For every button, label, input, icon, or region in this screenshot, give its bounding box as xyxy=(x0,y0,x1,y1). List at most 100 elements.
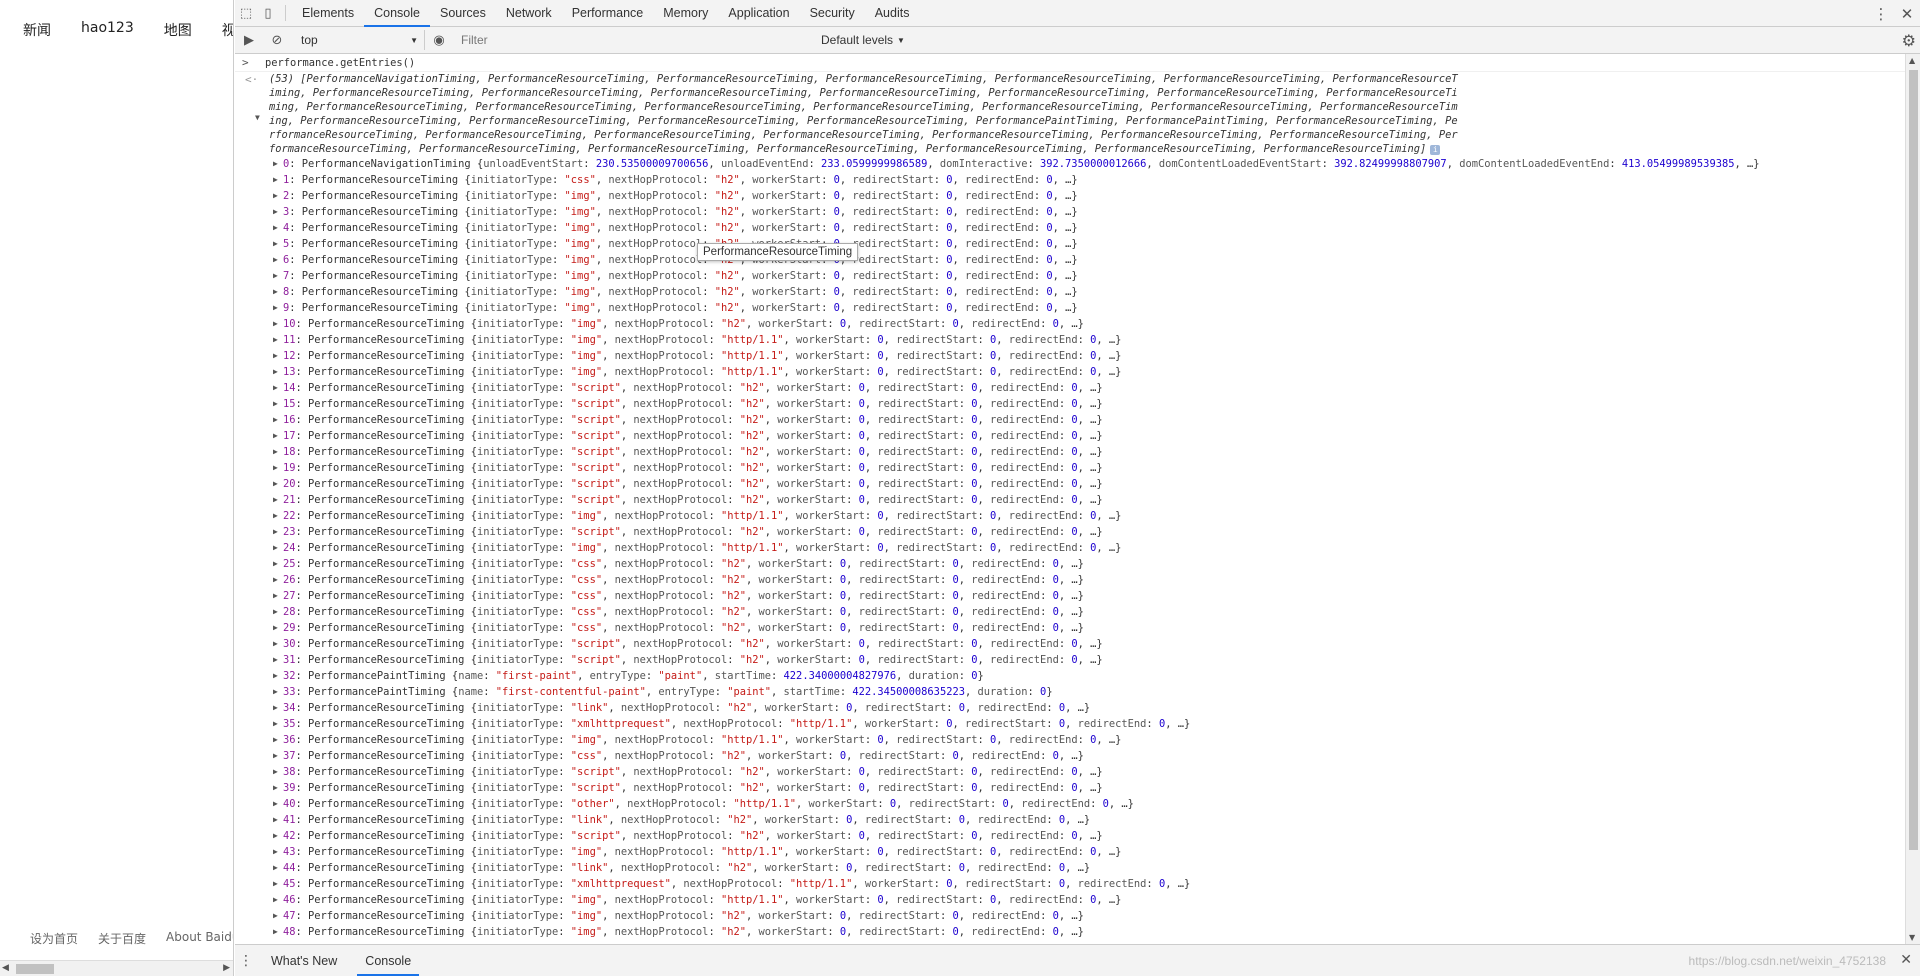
scroll-left-icon[interactable]: ◀ xyxy=(2,963,9,973)
entry-row[interactable]: ▶ 19: PerformanceResourceTiming {initiato… xyxy=(235,460,1905,476)
footer-link-about-en[interactable]: About Baidu xyxy=(166,930,233,947)
expand-triangle-icon[interactable]: ▶ xyxy=(273,316,278,332)
context-selector[interactable]: top ▼ xyxy=(295,30,425,50)
close-devtools-icon[interactable]: ✕ xyxy=(1894,5,1920,23)
expand-triangle-icon[interactable]: ▶ xyxy=(273,236,278,252)
entry-row[interactable]: ▶ 42: PerformanceResourceTiming {initiato… xyxy=(235,828,1905,844)
expand-triangle-icon[interactable]: ▶ xyxy=(273,812,278,828)
result-summary[interactable]: <· ▼ (53) [PerformanceNavigationTiming, … xyxy=(235,72,1905,156)
clear-console-icon[interactable]: ⊘ xyxy=(263,33,291,48)
expand-triangle-icon[interactable]: ▶ xyxy=(273,732,278,748)
expand-triangle-icon[interactable]: ▶ xyxy=(273,556,278,572)
inspect-element-icon[interactable]: ⬚ xyxy=(235,0,257,26)
entry-row[interactable]: ▶ 16: PerformanceResourceTiming {initiato… xyxy=(235,412,1905,428)
drawer-menu-icon[interactable]: ⋮ xyxy=(235,945,257,976)
nav-link-video[interactable]: 视频 xyxy=(222,20,233,40)
entry-row[interactable]: ▶ 18: PerformanceResourceTiming {initiato… xyxy=(235,444,1905,460)
entry-row[interactable]: ▶ 10: PerformanceResourceTiming {initiato… xyxy=(235,316,1905,332)
entry-row[interactable]: ▶ 45: PerformanceResourceTiming {initiato… xyxy=(235,876,1905,892)
entry-row[interactable]: ▶ 2: PerformanceResourceTiming {initiator… xyxy=(235,188,1905,204)
entry-row[interactable]: ▶ 7: PerformanceResourceTiming {initiator… xyxy=(235,268,1905,284)
entry-row[interactable]: ▶ 41: PerformanceResourceTiming {initiato… xyxy=(235,812,1905,828)
entry-row[interactable]: ▶ 35: PerformanceResourceTiming {initiato… xyxy=(235,716,1905,732)
entry-row[interactable]: ▶ 0: PerformanceNavigationTiming {unloadE… xyxy=(235,156,1905,172)
filter-input[interactable] xyxy=(453,30,813,50)
expand-triangle-icon[interactable]: ▶ xyxy=(273,364,278,380)
expand-triangle-icon[interactable]: ▶ xyxy=(273,700,278,716)
expand-triangle-icon[interactable]: ▶ xyxy=(273,748,278,764)
tab-memory[interactable]: Memory xyxy=(653,0,718,26)
footer-link-homepage[interactable]: 设为首页 xyxy=(30,930,78,947)
expand-triangle-icon[interactable]: ▶ xyxy=(273,588,278,604)
tab-audits[interactable]: Audits xyxy=(865,0,920,26)
expand-triangle-icon[interactable]: ▶ xyxy=(273,860,278,876)
expand-triangle-icon[interactable]: ▶ xyxy=(273,188,278,204)
tab-console[interactable]: Console xyxy=(364,0,430,27)
scrollbar-thumb[interactable] xyxy=(16,964,54,974)
expand-triangle-icon[interactable]: ▶ xyxy=(273,492,278,508)
console-settings-gear-icon[interactable]: ⚙ xyxy=(1902,31,1916,50)
close-drawer-icon[interactable]: ✕ xyxy=(1900,952,1912,968)
expand-triangle-icon[interactable]: ▶ xyxy=(273,508,278,524)
entry-row[interactable]: ▶ 17: PerformanceResourceTiming {initiato… xyxy=(235,428,1905,444)
expand-triangle-icon[interactable]: ▶ xyxy=(273,716,278,732)
entry-row[interactable]: ▶ 43: PerformanceResourceTiming {initiato… xyxy=(235,844,1905,860)
expand-triangle-icon[interactable]: ▶ xyxy=(273,924,278,940)
scroll-up-icon[interactable]: ▲ xyxy=(1909,56,1915,65)
entry-row[interactable]: ▶ 39: PerformanceResourceTiming {initiato… xyxy=(235,780,1905,796)
tab-performance[interactable]: Performance xyxy=(562,0,654,26)
entry-row[interactable]: ▶ 36: PerformanceResourceTiming {initiato… xyxy=(235,732,1905,748)
expand-triangle-icon[interactable]: ▶ xyxy=(273,524,278,540)
expand-triangle-icon[interactable]: ▶ xyxy=(273,396,278,412)
entry-row[interactable]: ▶ 31: PerformanceResourceTiming {initiato… xyxy=(235,652,1905,668)
entry-row[interactable]: ▶ 27: PerformanceResourceTiming {initiato… xyxy=(235,588,1905,604)
expand-triangle-icon[interactable]: ▶ xyxy=(273,844,278,860)
expand-triangle-icon[interactable]: ▶ xyxy=(273,284,278,300)
entry-row[interactable]: ▶ 13: PerformanceResourceTiming {initiato… xyxy=(235,364,1905,380)
entry-row[interactable]: ▶ 47: PerformanceResourceTiming {initiato… xyxy=(235,908,1905,924)
tab-elements[interactable]: Elements xyxy=(292,0,364,26)
nav-link-news[interactable]: 新闻 xyxy=(23,20,51,40)
expand-triangle-icon[interactable]: ▶ xyxy=(273,268,278,284)
expand-triangle-icon[interactable]: ▶ xyxy=(273,892,278,908)
scroll-down-icon[interactable]: ▼ xyxy=(1909,933,1915,942)
entry-row[interactable]: ▶ 40: PerformanceResourceTiming {initiato… xyxy=(235,796,1905,812)
scroll-right-icon[interactable]: ▶ xyxy=(223,963,230,973)
device-toolbar-icon[interactable]: ▯ xyxy=(257,0,279,26)
entry-row[interactable]: ▶ 26: PerformanceResourceTiming {initiato… xyxy=(235,572,1905,588)
expand-triangle-icon[interactable]: ▶ xyxy=(273,828,278,844)
expand-triangle-icon[interactable]: ▶ xyxy=(273,220,278,236)
nav-link-hao123[interactable]: hao123 xyxy=(81,20,134,40)
entry-row[interactable]: ▶ 44: PerformanceResourceTiming {initiato… xyxy=(235,860,1905,876)
tab-security[interactable]: Security xyxy=(800,0,865,26)
entry-row[interactable]: ▶ 38: PerformanceResourceTiming {initiato… xyxy=(235,764,1905,780)
scrollbar-thumb[interactable] xyxy=(1909,70,1918,850)
expand-triangle-icon[interactable]: ▶ xyxy=(273,668,278,684)
entry-row[interactable]: ▶ 29: PerformanceResourceTiming {initiato… xyxy=(235,620,1905,636)
entry-row[interactable]: ▶ 14: PerformanceResourceTiming {initiato… xyxy=(235,380,1905,396)
expand-triangle-icon[interactable]: ▶ xyxy=(273,652,278,668)
expand-triangle-icon[interactable]: ▶ xyxy=(273,204,278,220)
expand-triangle-icon[interactable]: ▶ xyxy=(273,460,278,476)
entry-row[interactable]: ▶ 9: PerformanceResourceTiming {initiator… xyxy=(235,300,1905,316)
console-vertical-scrollbar[interactable]: ▲ ▼ xyxy=(1905,54,1920,944)
entry-row[interactable]: ▶ 5: PerformanceResourceTiming {initiator… xyxy=(235,236,1905,252)
info-icon[interactable]: i xyxy=(1430,145,1441,155)
expand-triangle-icon[interactable]: ▶ xyxy=(273,348,278,364)
entry-row[interactable]: ▶ 30: PerformanceResourceTiming {initiato… xyxy=(235,636,1905,652)
drawer-tab-whats-new[interactable]: What's New xyxy=(257,945,351,976)
expand-triangle-icon[interactable]: ▶ xyxy=(273,780,278,796)
entry-row[interactable]: ▶ 8: PerformanceResourceTiming {initiator… xyxy=(235,284,1905,300)
expand-triangle-icon[interactable]: ▶ xyxy=(273,636,278,652)
entry-row[interactable]: ▶ 12: PerformanceResourceTiming {initiato… xyxy=(235,348,1905,364)
expand-triangle-icon[interactable]: ▶ xyxy=(273,156,278,172)
expand-triangle-icon[interactable]: ▶ xyxy=(273,796,278,812)
entry-row[interactable]: ▶ 28: PerformanceResourceTiming {initiato… xyxy=(235,604,1905,620)
expand-triangle-icon[interactable]: ▼ xyxy=(255,110,260,126)
entry-row[interactable]: ▶ 20: PerformanceResourceTiming {initiato… xyxy=(235,476,1905,492)
expand-triangle-icon[interactable]: ▶ xyxy=(273,572,278,588)
entry-row[interactable]: ▶ 46: PerformanceResourceTiming {initiato… xyxy=(235,892,1905,908)
entry-row[interactable]: ▶ 34: PerformanceResourceTiming {initiato… xyxy=(235,700,1905,716)
footer-link-about[interactable]: 关于百度 xyxy=(98,930,146,947)
page-horizontal-scrollbar[interactable]: ◀ ▶ xyxy=(0,960,233,976)
